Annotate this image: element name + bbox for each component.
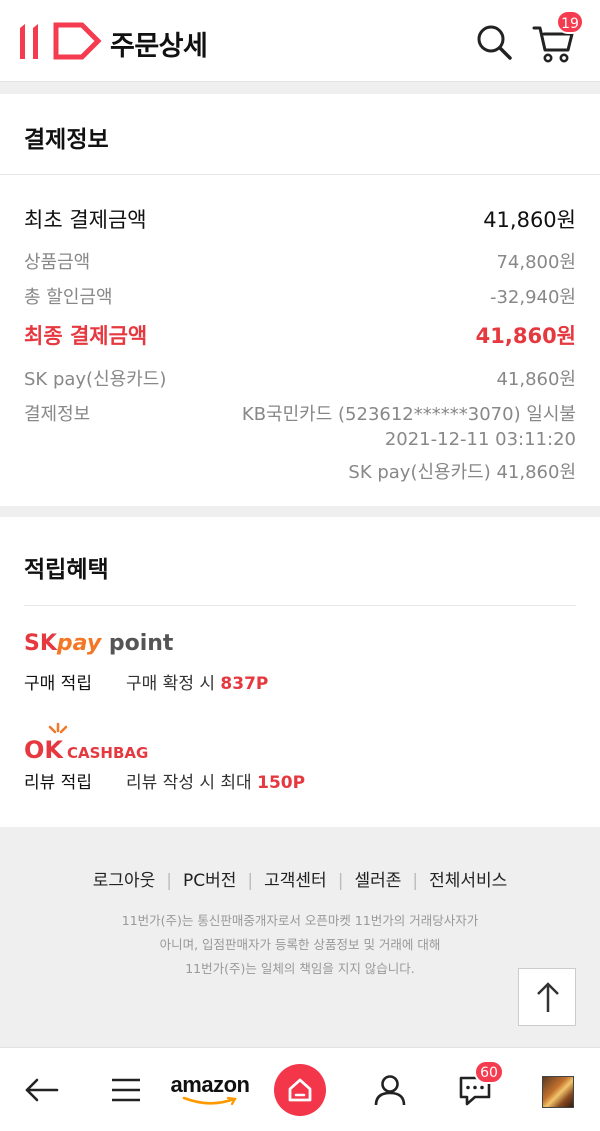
review-point-value: 150P bbox=[257, 773, 306, 793]
back-arrow-icon bbox=[25, 1078, 59, 1102]
profile-thumbnail[interactable] bbox=[542, 1076, 574, 1108]
purchase-point-value: 837P bbox=[220, 674, 269, 694]
divider bbox=[0, 174, 600, 175]
footer-disclaimer-line-1: 11번가(주)는 통신판매중개자로서 오픈마켓 11번가의 거래당사자가 bbox=[121, 913, 479, 928]
section-title-payment: 결제정보 bbox=[24, 127, 109, 153]
product-amount-label: 상품금액 bbox=[24, 252, 91, 273]
final-amount-label: 최종 결제금액 bbox=[24, 324, 148, 348]
arrow-up-icon bbox=[537, 982, 559, 1012]
menu-button[interactable] bbox=[104, 1048, 148, 1131]
page-title: 주문상세 bbox=[110, 31, 208, 62]
initial-amount-label: 최초 결제금액 bbox=[24, 208, 147, 232]
customer-center-link[interactable]: 고객센터 bbox=[264, 866, 327, 891]
seller-zone-link[interactable]: 셀러존 bbox=[354, 866, 401, 891]
home-icon bbox=[288, 1078, 312, 1102]
footer-links: 로그아웃 | PC버전 | 고객센터 | 셀러존 | 전체서비스 bbox=[0, 866, 600, 891]
footer-disclaimer-line-2: 아니며, 입점판매자가 등록한 상품정보 및 거래에 대해 bbox=[159, 937, 441, 952]
amazon-button[interactable]: amazon bbox=[168, 1048, 252, 1131]
review-point-label: 리뷰 적립 bbox=[24, 773, 92, 793]
payment-method-value: 41,860원 bbox=[496, 369, 576, 390]
menu-icon bbox=[112, 1078, 140, 1102]
footer-disclaimer-line-3: 11번가(주)는 일체의 책임을 지지 않습니다. bbox=[185, 961, 415, 976]
app-header: 주문상세 19 bbox=[0, 0, 600, 82]
payment-info-section: 결제정보 최초 결제금액 41,860원 상품금액 74,800원 총 할인금액… bbox=[0, 94, 600, 506]
payment-detail-label: 결제정보 bbox=[24, 404, 91, 425]
review-point-desc: 리뷰 작성 시 최대 150P bbox=[126, 773, 306, 793]
payment-method-label: SK pay(신용카드) bbox=[24, 369, 167, 390]
amazon-logo: amazon bbox=[170, 1072, 250, 1097]
back-button[interactable] bbox=[18, 1048, 66, 1131]
payment-method-summary: SK pay(신용카드) 41,860원 bbox=[348, 462, 576, 483]
points-benefit-section: 적립혜택 SKpay point 구매 적립 구매 확정 시 837P OK CA… bbox=[0, 517, 600, 827]
bottom-navigation: amazon 60 bbox=[0, 1047, 600, 1131]
initial-amount-value: 41,860원 bbox=[483, 208, 576, 232]
logout-link[interactable]: 로그아웃 bbox=[93, 866, 156, 891]
purchase-point-desc: 구매 확정 시 837P bbox=[126, 674, 269, 694]
discount-value: -32,940원 bbox=[489, 287, 576, 308]
my-page-button[interactable] bbox=[368, 1048, 412, 1131]
amazon-smile-icon bbox=[182, 1096, 237, 1106]
pc-version-link[interactable]: PC버전 bbox=[183, 866, 236, 891]
scroll-top-button[interactable] bbox=[518, 968, 576, 1026]
user-icon bbox=[374, 1075, 406, 1106]
all-services-link[interactable]: 전체서비스 bbox=[429, 866, 507, 891]
home-button[interactable] bbox=[274, 1064, 326, 1116]
product-amount-value: 74,800원 bbox=[496, 252, 576, 273]
chat-count-badge: 60 bbox=[474, 1060, 504, 1084]
purchase-point-label: 구매 적립 bbox=[24, 674, 92, 694]
divider bbox=[24, 605, 576, 606]
11st-logo[interactable] bbox=[20, 22, 102, 60]
payment-datetime: 2021-12-11 03:11:20 bbox=[384, 429, 576, 450]
section-title-points: 적립혜택 bbox=[24, 557, 109, 583]
skpay-point-logo: SKpay point bbox=[24, 631, 174, 656]
cart-count-badge: 19 bbox=[556, 10, 584, 34]
search-icon[interactable] bbox=[474, 22, 514, 62]
discount-label: 총 할인금액 bbox=[24, 287, 113, 308]
final-amount-value: 41,860원 bbox=[475, 324, 576, 348]
payment-card-info: KB국민카드 (523612******3070) 일시불 bbox=[241, 404, 576, 425]
